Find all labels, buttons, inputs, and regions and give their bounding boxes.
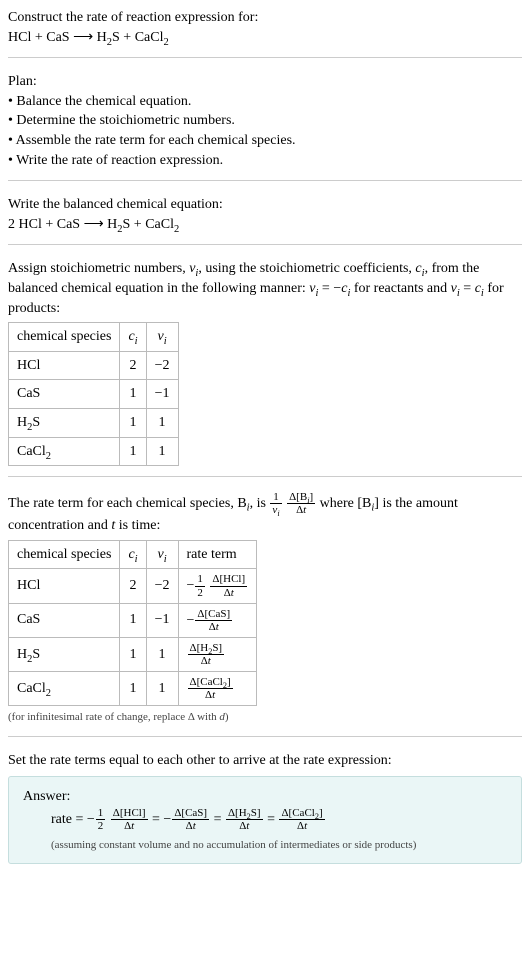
table-row: CaS1−1 xyxy=(9,380,179,409)
balanced-heading: Write the balanced chemical equation: xyxy=(8,195,522,215)
stoich-table: chemical species ci νi HCl2−2 CaS1−1 H2S… xyxy=(8,322,179,466)
table-row: HCl2−2 xyxy=(9,351,179,380)
plan-item: • Determine the stoichiometric numbers. xyxy=(8,111,522,131)
balanced-equation: 2 HCl + CaS ⟶ H2S + CaCl2 xyxy=(8,215,522,235)
rate-term-table: chemical species ci νi rate term HCl2−2−… xyxy=(8,540,257,706)
col-nui: νi xyxy=(146,323,178,352)
plan-section: Plan: • Balance the chemical equation. •… xyxy=(8,72,522,181)
plan-item: • Write the rate of reaction expression. xyxy=(8,151,522,171)
plan-item: • Balance the chemical equation. xyxy=(8,92,522,112)
answer-label: Answer: xyxy=(23,787,507,807)
prompt-section: Construct the rate of reaction expressio… xyxy=(8,8,522,58)
table-row: CaCl211Δ[CaCl2]Δt xyxy=(9,672,257,706)
rate-term-text: The rate term for each chemical species,… xyxy=(8,491,522,536)
col-species: chemical species xyxy=(9,540,120,569)
table-row: H2S11Δ[H2S]Δt xyxy=(9,637,257,671)
col-ci: ci xyxy=(120,540,146,569)
table-row: CaCl211 xyxy=(9,437,179,466)
plan-heading: Plan: xyxy=(8,72,522,92)
table-header-row: chemical species ci νi rate term xyxy=(9,540,257,569)
stoich-section: Assign stoichiometric numbers, νi, using… xyxy=(8,259,522,477)
rate-term-footnote: (for infinitesimal rate of change, repla… xyxy=(8,710,522,725)
table-header-row: chemical species ci νi xyxy=(9,323,179,352)
col-rate: rate term xyxy=(178,540,257,569)
final-section: Set the rate terms equal to each other t… xyxy=(8,751,522,875)
table-row: HCl2−2−12 Δ[HCl]Δt xyxy=(9,569,257,603)
stoich-text: Assign stoichiometric numbers, νi, using… xyxy=(8,259,522,318)
answer-rate: rate = −12 Δ[HCl]Δt = −Δ[CaS]Δt = Δ[H2S]… xyxy=(23,807,507,832)
col-species: chemical species xyxy=(9,323,120,352)
plan-item: • Assemble the rate term for each chemic… xyxy=(8,131,522,151)
prompt-equation: HCl + CaS ⟶ H2S + CaCl2 xyxy=(8,28,522,48)
table-row: CaS1−1−Δ[CaS]Δt xyxy=(9,603,257,637)
balanced-section: Write the balanced chemical equation: 2 … xyxy=(8,195,522,245)
table-row: H2S11 xyxy=(9,408,179,437)
col-ci: ci xyxy=(120,323,146,352)
final-heading: Set the rate terms equal to each other t… xyxy=(8,751,522,771)
prompt-text: Construct the rate of reaction expressio… xyxy=(8,8,522,28)
answer-assumption: (assuming constant volume and no accumul… xyxy=(23,838,507,853)
col-nui: νi xyxy=(146,540,178,569)
rate-term-section: The rate term for each chemical species,… xyxy=(8,491,522,737)
answer-box: Answer: rate = −12 Δ[HCl]Δt = −Δ[CaS]Δt … xyxy=(8,776,522,864)
